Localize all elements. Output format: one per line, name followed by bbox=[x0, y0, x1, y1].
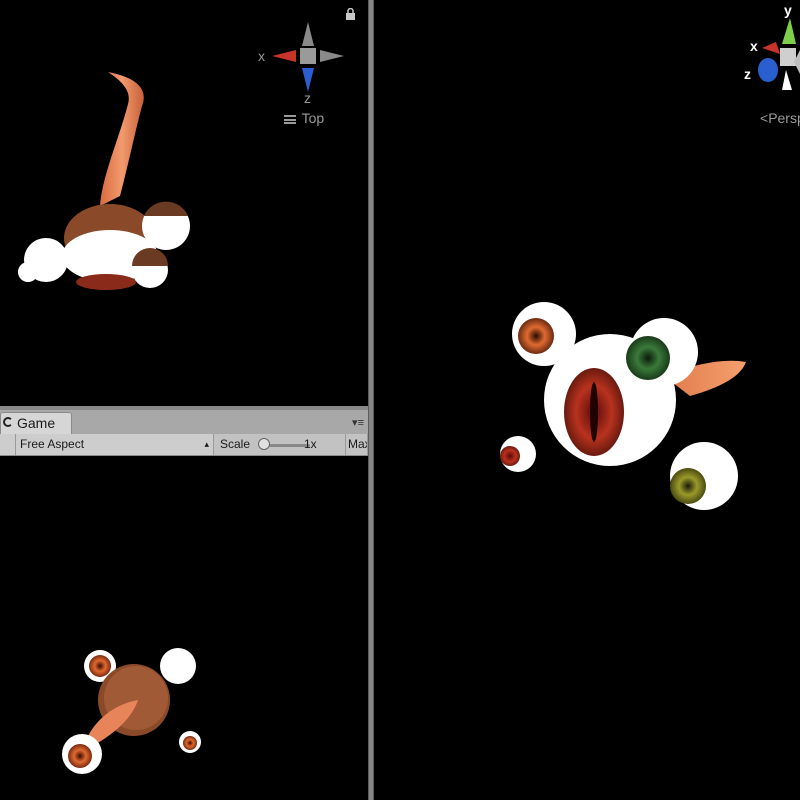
creature-object[interactable] bbox=[10, 66, 200, 296]
axis-label-z: z bbox=[304, 90, 311, 106]
game-controller-icon bbox=[3, 417, 13, 427]
aspect-dropdown[interactable]: Free Aspect ▴ bbox=[16, 434, 214, 455]
creature-object-game bbox=[62, 648, 201, 774]
perspective-icon: < bbox=[760, 110, 769, 126]
scale-control: Scale 1x bbox=[214, 434, 346, 455]
view-label: Top bbox=[301, 110, 325, 126]
view-label: Persp bbox=[768, 110, 800, 126]
scene-view-persp[interactable]: y x z <Persp bbox=[374, 0, 800, 800]
scale-label: Scale bbox=[220, 437, 251, 451]
panel-menu-icon[interactable]: ▾≡ bbox=[352, 416, 364, 429]
axis-label-x: x bbox=[750, 38, 758, 54]
lock-icon[interactable] bbox=[345, 8, 356, 20]
orientation-gizmo-persp[interactable] bbox=[746, 14, 800, 94]
game-panel[interactable]: Game ▾≡ Free Aspect ▴ Scale 1x Maximize … bbox=[0, 410, 368, 800]
scale-slider-thumb[interactable] bbox=[258, 438, 270, 450]
aspect-value: Free Aspect bbox=[20, 437, 85, 451]
scene-view-top[interactable]: x z Top bbox=[0, 0, 368, 408]
game-toolbar: Free Aspect ▴ Scale 1x Maximize On Play bbox=[0, 434, 368, 456]
axis-label-x: x bbox=[258, 48, 265, 64]
maximize-label: Maximize On Play bbox=[348, 437, 367, 451]
axis-label-y: y bbox=[784, 2, 792, 18]
view-mode-label[interactable]: <Persp bbox=[760, 110, 800, 126]
hamburger-icon bbox=[284, 115, 296, 124]
display-select[interactable] bbox=[0, 434, 16, 455]
game-viewport[interactable] bbox=[0, 456, 368, 800]
creature-object-persp[interactable] bbox=[494, 296, 754, 526]
axis-label-z: z bbox=[744, 66, 751, 82]
tab-label: Game bbox=[17, 415, 56, 431]
view-mode-label[interactable]: Top bbox=[284, 110, 324, 126]
orientation-gizmo[interactable] bbox=[272, 22, 344, 92]
maximize-on-play-button[interactable]: Maximize On Play bbox=[346, 434, 368, 455]
tab-bar: Game ▾≡ bbox=[0, 410, 368, 434]
scale-value: 1x bbox=[304, 437, 317, 451]
tab-game[interactable]: Game bbox=[0, 412, 72, 434]
dropdown-arrows-icon: ▴ bbox=[204, 439, 209, 449]
